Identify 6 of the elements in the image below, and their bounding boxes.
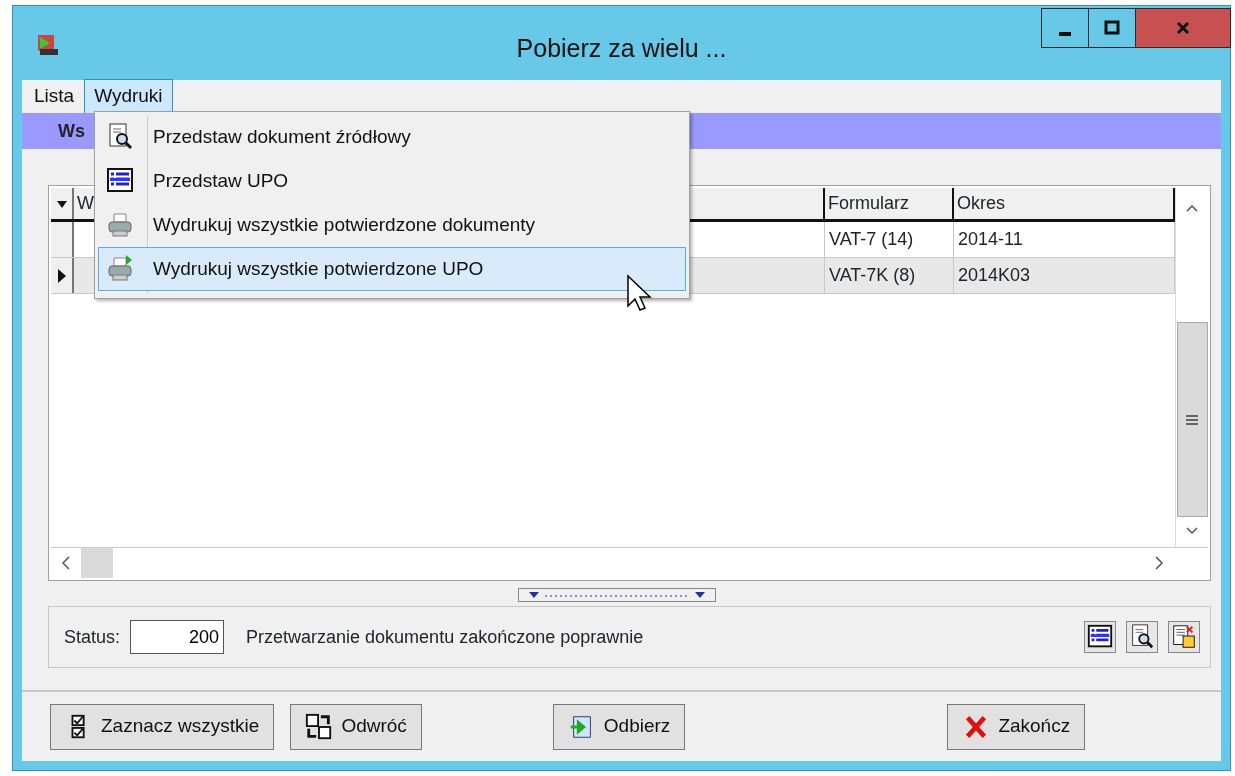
table-cell: VAT-7K (8)	[825, 258, 954, 293]
banner-text: Ws	[58, 119, 85, 143]
window-title: Pobierz za wielu ...	[516, 33, 727, 64]
status-label: Status:	[64, 625, 121, 649]
status-message: Przetwarzanie dokumentu zakończone poprawnie	[246, 625, 644, 649]
table-cell: VAT-7 (14)	[825, 222, 954, 257]
